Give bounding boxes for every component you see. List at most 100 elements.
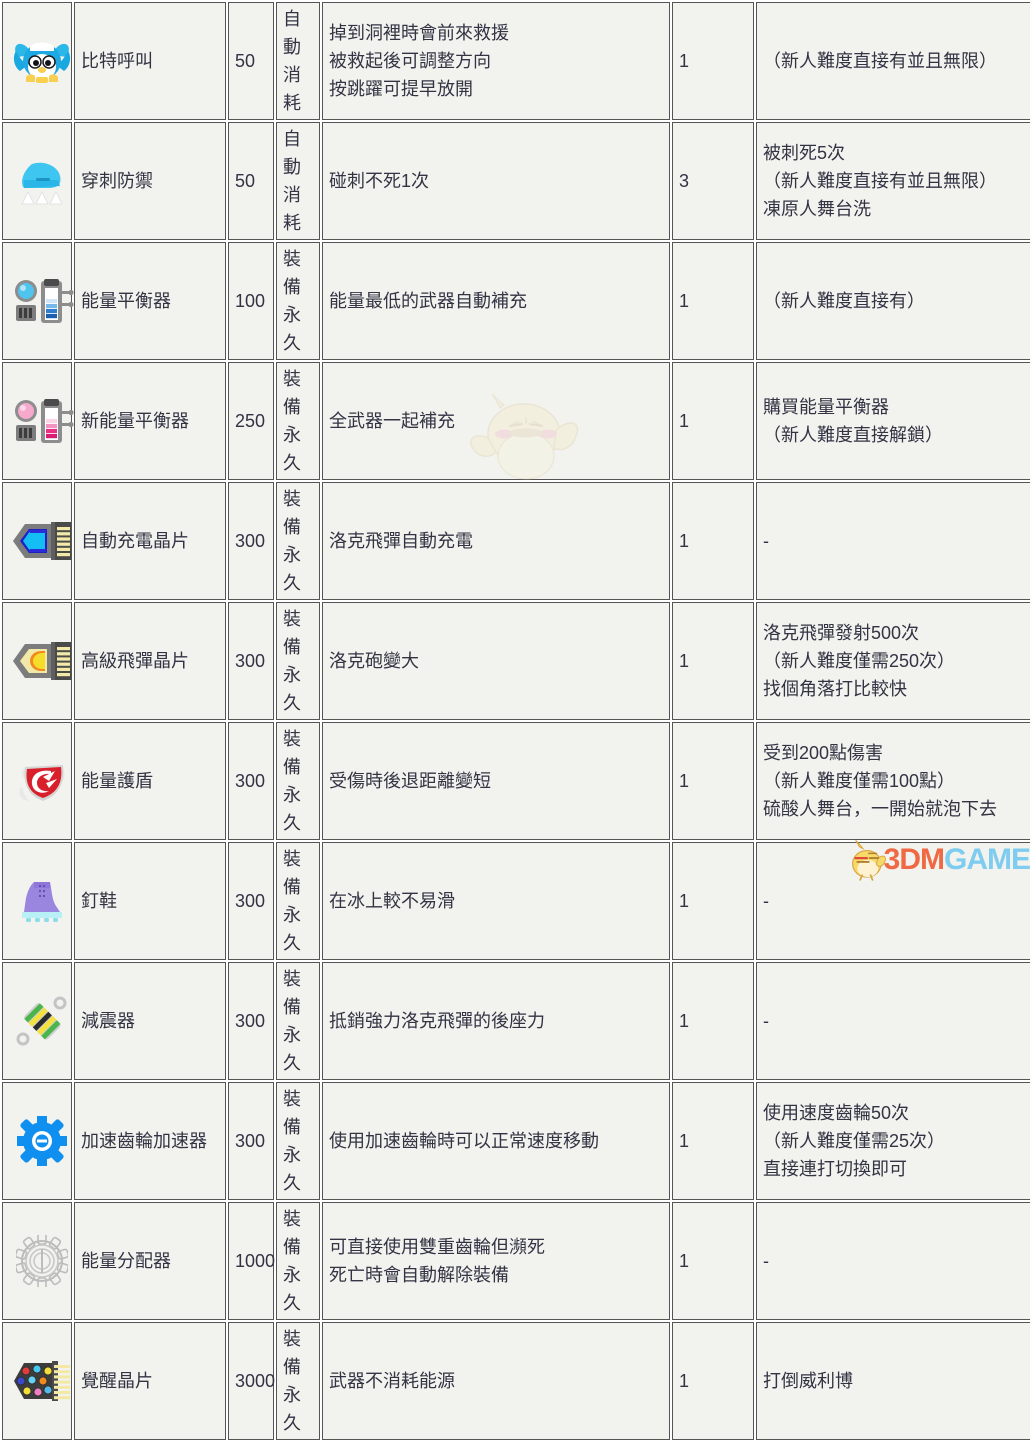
energy-balancer-pink-icon	[9, 395, 75, 447]
item-price-cell: 300	[228, 722, 274, 840]
item-unlock-note-cell: 打倒威利博	[756, 1322, 1030, 1440]
item-effect-cell: 洛克砲變大	[322, 602, 670, 720]
item-icon-cell	[2, 2, 72, 120]
energy-distributor-icon	[9, 1235, 75, 1287]
item-type-cell: 裝備 永久	[276, 482, 320, 600]
item-price-cell: 50	[228, 2, 274, 120]
item-type-cell: 裝備 永久	[276, 362, 320, 480]
item-quantity-cell: 1	[672, 1082, 754, 1200]
table-body: 比特呼叫 50 自動 消耗 掉到洞裡時會前來救援 被救起後可調整方向 按跳躍可提早放開…	[2, 2, 1030, 1440]
item-quantity-cell: 3	[672, 122, 754, 240]
item-unlock-note-cell: -	[756, 482, 1030, 600]
item-name-cell: 能量分配器	[74, 1202, 226, 1320]
item-price-cell: 50	[228, 122, 274, 240]
table-row: 減震器 300 裝備 永久 抵銷強力洛克飛彈的後座力 1-	[2, 962, 1030, 1080]
item-price-cell: 300	[228, 1082, 274, 1200]
item-name-cell: 能量平衡器	[74, 242, 226, 360]
item-type-cell: 裝備 永久	[276, 722, 320, 840]
advanced-buster-chip-yellow-icon	[9, 639, 75, 683]
table-row: 自動充電晶片 300 裝備 永久 洛克飛彈自動充電 1-	[2, 482, 1030, 600]
table-row: 能量分配器 1000 裝備 永久 可直接使用雙重齒輪但瀕死 死亡時會自動解除裝備 1-	[2, 1202, 1030, 1320]
item-effect-cell: 可直接使用雙重齒輪但瀕死 死亡時會自動解除裝備	[322, 1202, 670, 1320]
item-name-cell: 能量護盾	[74, 722, 226, 840]
table-row: 加速齒輪加速器 300 裝備 永久 使用加速齒輪時可以正常速度移動 1 使用速度齒輪50次…	[2, 1082, 1030, 1200]
table-row: 比特呼叫 50 自動 消耗 掉到洞裡時會前來救援 被救起後可調整方向 按跳躍可提早放開…	[2, 2, 1030, 120]
item-icon-cell	[2, 1202, 72, 1320]
item-quantity-cell: 1	[672, 2, 754, 120]
item-type-cell: 裝備 永久	[276, 1322, 320, 1440]
item-type-cell: 裝備 永久	[276, 242, 320, 360]
table-row: 能量平衡器 100 裝備 永久 能量最低的武器自動補充 1 （新人難度直接有）	[2, 242, 1030, 360]
item-effect-cell: 在冰上較不易滑	[322, 842, 670, 960]
item-name-cell: 新能量平衡器	[74, 362, 226, 480]
item-name-cell: 自動充電晶片	[74, 482, 226, 600]
item-quantity-cell: 1	[672, 362, 754, 480]
item-quantity-cell: 1	[672, 482, 754, 600]
item-icon-cell	[2, 1082, 72, 1200]
table-row: 覺醒晶片 3000 裝備 永久 武器不消耗能源 1 打倒威利博	[2, 1322, 1030, 1440]
shop-item-table: 比特呼叫 50 自動 消耗 掉到洞裡時會前來救援 被救起後可調整方向 按跳躍可提早放開…	[0, 0, 1030, 1442]
table-row: 新能量平衡器 250 裝備 永久 全武器一起補充 1 購買能量平衡器 （新人難度直接解鎖）	[2, 362, 1030, 480]
item-icon-cell	[2, 362, 75, 480]
item-type-cell: 自動 消耗	[276, 122, 320, 240]
item-name-cell: 比特呼叫	[74, 2, 226, 120]
item-quantity-cell: 1	[672, 1202, 754, 1320]
item-quantity-cell: 1	[672, 842, 754, 960]
item-type-cell: 裝備 永久	[276, 1202, 320, 1320]
item-price-cell: 300	[228, 842, 274, 960]
item-type-cell: 裝備 永久	[276, 602, 320, 720]
item-unlock-note-cell: （新人難度直接有）	[756, 242, 1030, 360]
table-row: 穿刺防禦 50 自動 消耗 碰刺不死1次 3 被刺死5次 （新人難度直接有並且無限） 凍原…	[2, 122, 1030, 240]
item-effect-cell: 洛克飛彈自動充電	[322, 482, 670, 600]
item-unlock-note-cell: -	[756, 1202, 1030, 1320]
item-quantity-cell: 1	[672, 722, 754, 840]
item-price-cell: 3000	[228, 1322, 275, 1440]
item-quantity-cell: 1	[672, 602, 754, 720]
item-name-cell: 高級飛彈晶片	[74, 602, 226, 720]
item-type-cell: 自動 消耗	[276, 2, 320, 120]
bit-call-penguin-icon	[9, 37, 75, 85]
item-type-cell: 裝備 永久	[276, 1082, 320, 1200]
item-name-cell: 加速齒輪加速器	[74, 1082, 226, 1200]
item-unlock-note-cell: （新人難度直接有並且無限）	[756, 2, 1030, 120]
item-effect-cell: 碰刺不死1次	[322, 122, 670, 240]
item-icon-cell	[2, 1322, 72, 1440]
item-price-cell: 100	[228, 242, 274, 360]
item-effect-cell: 抵銷強力洛克飛彈的後座力	[322, 962, 670, 1080]
item-unlock-note-cell: 受到200點傷害 （新人難度僅需100點） 硫酸人舞台，一開始就泡下去	[756, 722, 1030, 840]
item-name-cell: 釘鞋	[74, 842, 226, 960]
item-icon-cell	[2, 602, 72, 720]
item-name-cell: 減震器	[74, 962, 226, 1080]
speed-gear-accelerator-icon	[9, 1116, 75, 1166]
item-icon-cell	[2, 962, 72, 1080]
spike-guard-shoe-icon	[9, 156, 75, 206]
item-unlock-note-cell: -	[756, 962, 1030, 1080]
item-unlock-note-cell: 使用速度齒輪50次 （新人難度僅需25次） 直接連打切換即可	[756, 1082, 1030, 1200]
item-unlock-note-cell: 購買能量平衡器 （新人難度直接解鎖）	[756, 362, 1030, 480]
item-effect-cell: 掉到洞裡時會前來救援 被救起後可調整方向 按跳躍可提早放開	[322, 2, 670, 120]
item-quantity-cell: 1	[672, 962, 754, 1080]
shock-absorber-icon	[9, 996, 75, 1046]
item-effect-cell: 能量最低的武器自動補充	[322, 242, 670, 360]
auto-charge-chip-blue-icon	[9, 519, 75, 563]
item-effect-cell: 受傷時後退距離變短	[322, 722, 670, 840]
item-price-cell: 300	[228, 962, 274, 1080]
item-name-cell: 穿刺防禦	[74, 122, 226, 240]
item-icon-cell	[2, 242, 75, 360]
item-effect-cell: 使用加速齒輪時可以正常速度移動	[322, 1082, 670, 1200]
item-unlock-note-cell: 洛克飛彈發射500次 （新人難度僅需250次） 找個角落打比較快	[756, 602, 1030, 720]
item-icon-cell	[2, 722, 72, 840]
item-unlock-note-cell: -	[756, 842, 1030, 960]
table-row: 能量護盾 300 裝備 永久 受傷時後退距離變短 1 受到200點傷害 （新人難度僅需10…	[2, 722, 1030, 840]
energy-shield-icon	[9, 757, 75, 805]
item-quantity-cell: 1	[672, 242, 754, 360]
item-icon-cell	[2, 482, 72, 600]
item-price-cell: 250	[228, 362, 274, 480]
item-price-cell: 1000	[228, 1202, 275, 1320]
item-price-cell: 300	[228, 482, 274, 600]
item-effect-cell: 全武器一起補充	[322, 362, 670, 480]
table-row: 釘鞋 300 裝備 永久 在冰上較不易滑 1-	[2, 842, 1030, 960]
energy-balancer-blue-icon	[9, 275, 75, 327]
item-name-cell: 覺醒晶片	[74, 1322, 226, 1440]
table-row: 高級飛彈晶片 300 裝備 永久 洛克砲變大 1 洛克飛彈發射500次 （新人難度僅需25…	[2, 602, 1030, 720]
